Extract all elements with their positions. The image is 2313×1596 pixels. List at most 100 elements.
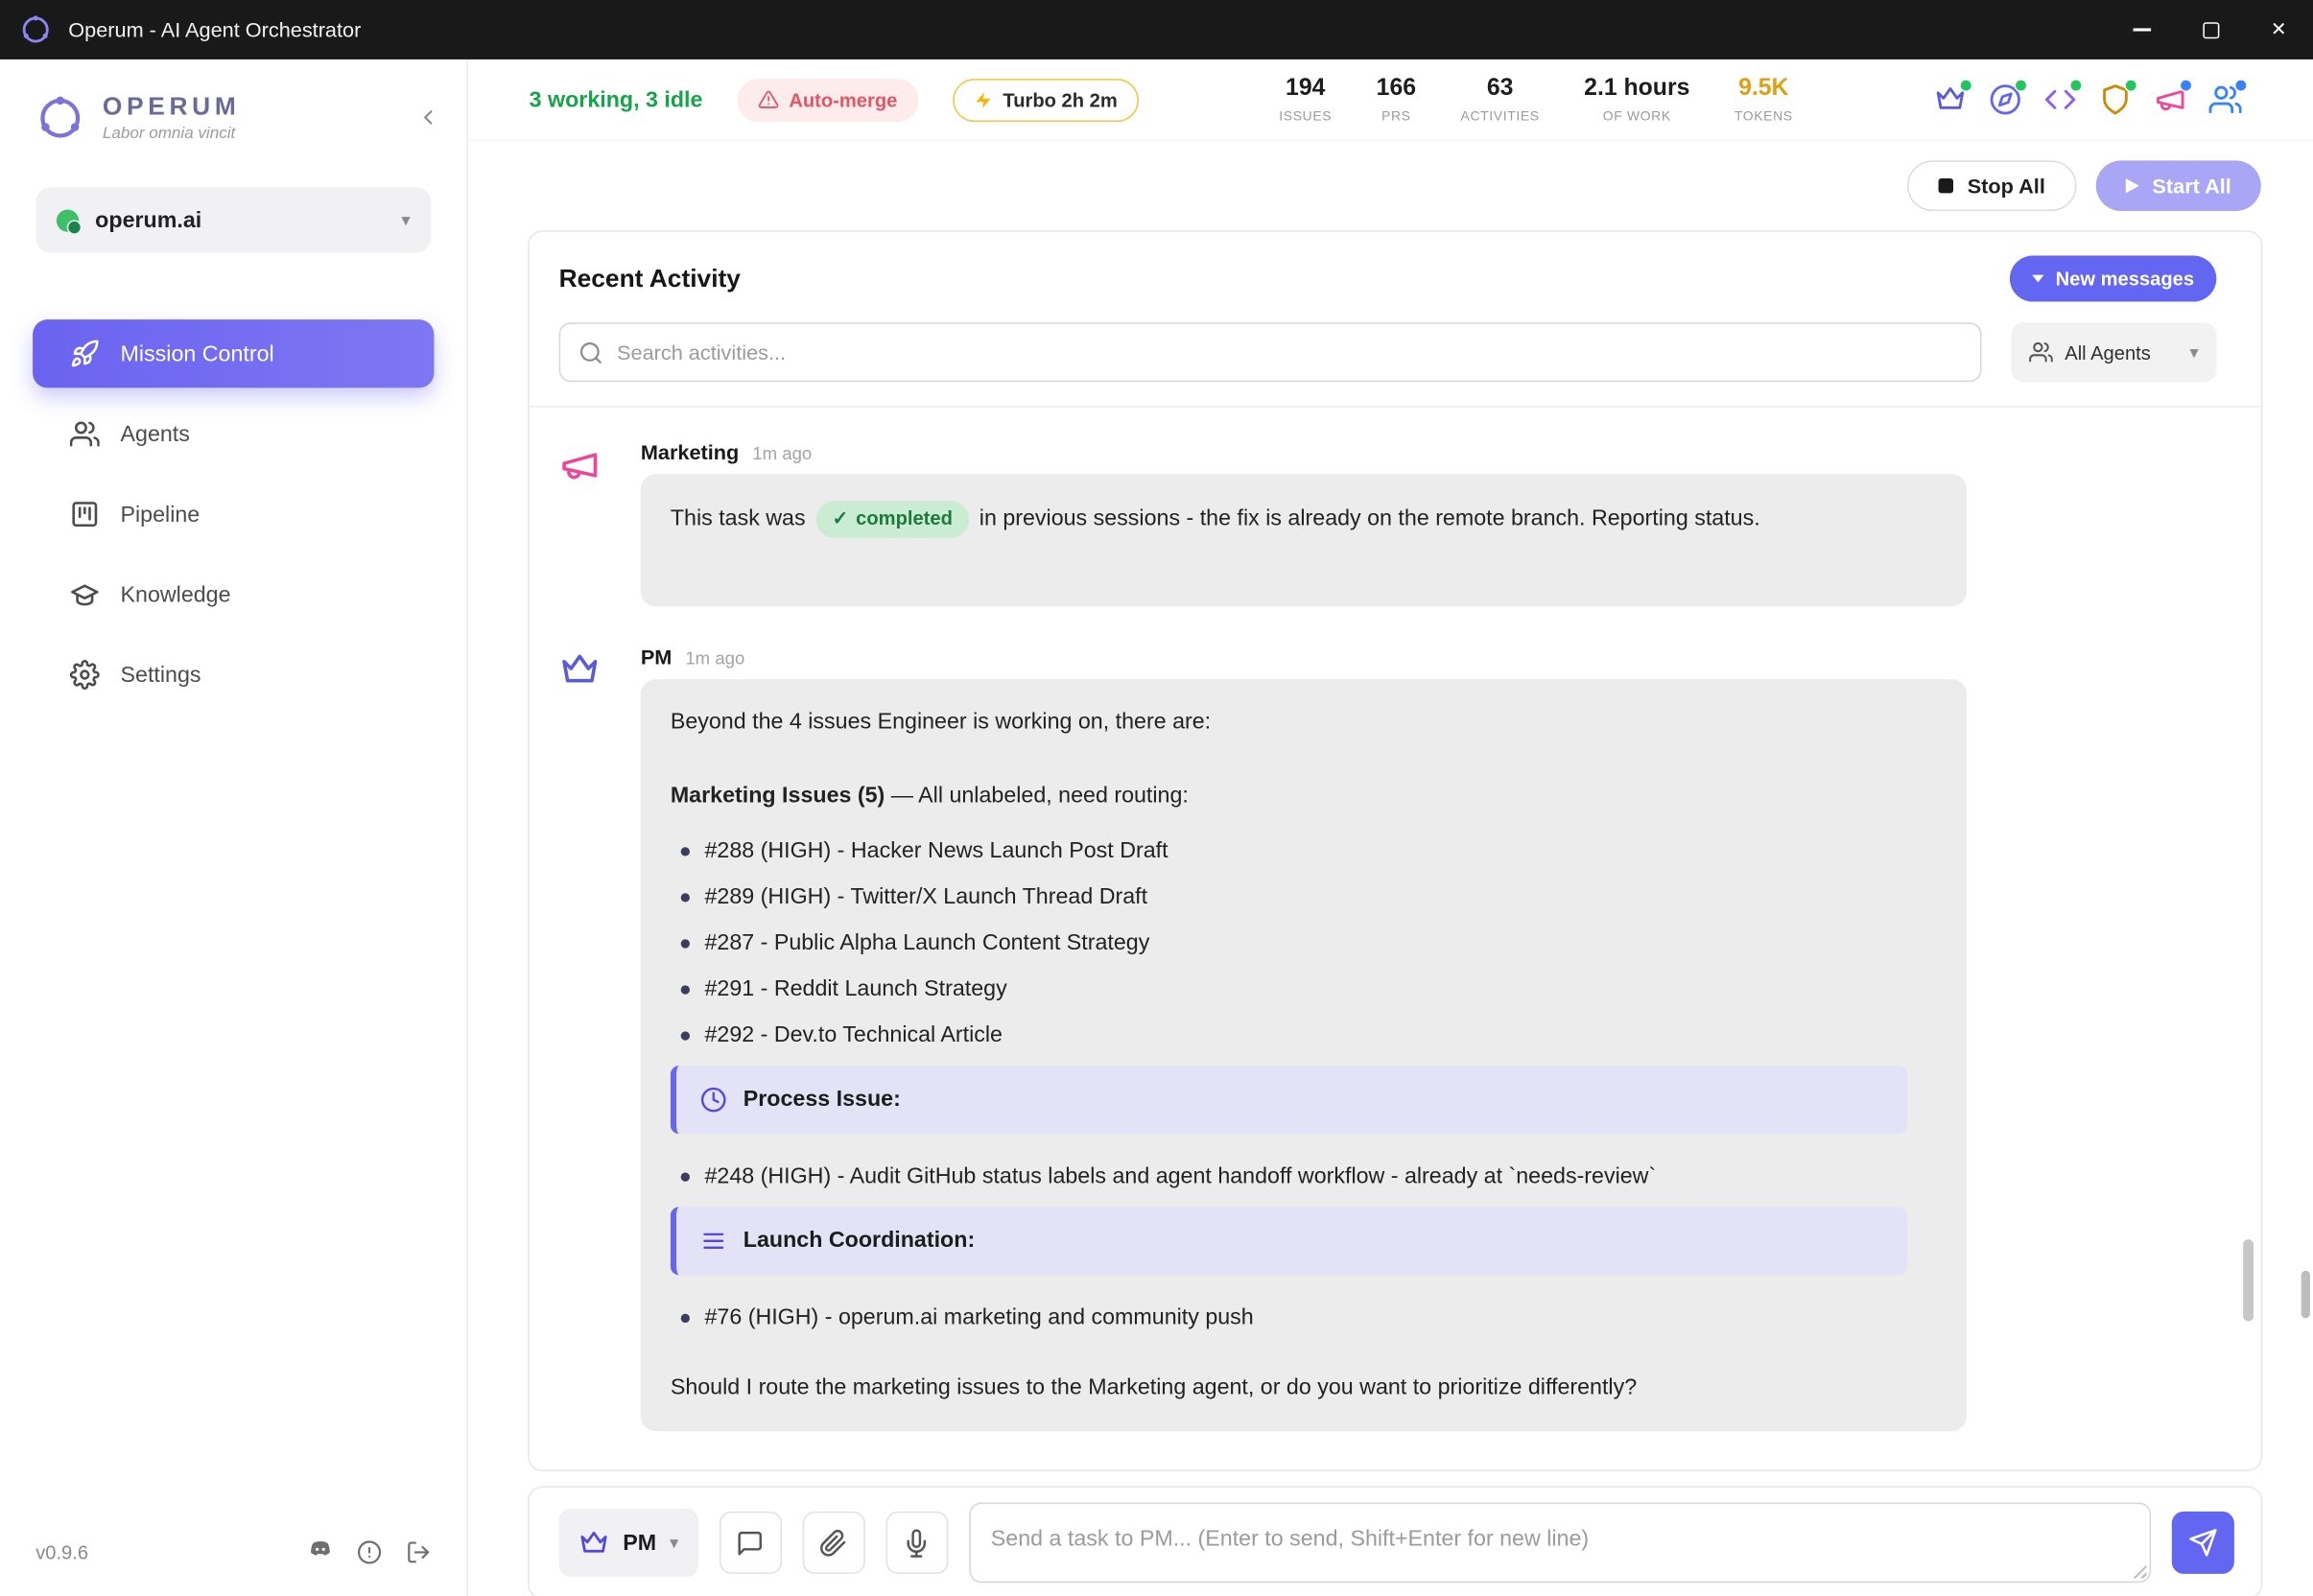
issue-list: #248 (HIGH) - Audit GitHub status labels… <box>671 1161 1937 1192</box>
maximize-button[interactable] <box>2176 0 2244 59</box>
issue-item: #289 (HIGH) - Twitter/X Launch Thread Dr… <box>671 881 1937 913</box>
sidebar-item-label: Pipeline <box>121 502 201 527</box>
agent-filter-dropdown[interactable]: All Agents ▾ <box>2011 322 2216 382</box>
composer-agent-name: PM <box>623 1530 656 1555</box>
send-icon <box>2188 1528 2218 1558</box>
stop-all-button[interactable]: Stop All <box>1908 160 2077 211</box>
logout-icon <box>406 1539 431 1564</box>
paperclip-icon <box>819 1529 847 1557</box>
status-dot-blue <box>2180 79 2193 92</box>
turbo-badge[interactable]: Turbo 2h 2m <box>953 78 1139 121</box>
agent-name: PM <box>641 645 673 669</box>
status-dot-green <box>1959 79 1972 92</box>
sidebar-footer: v0.9.6 <box>35 1537 431 1566</box>
agent-chip-qa[interactable] <box>2099 83 2132 116</box>
graduation-cap-icon <box>70 579 100 609</box>
activity-search <box>559 322 1982 382</box>
panel-title: Recent Activity <box>559 264 741 293</box>
agent-status-bar <box>1934 83 2242 116</box>
microphone-button[interactable] <box>885 1512 948 1574</box>
sidebar-item-pipeline[interactable]: Pipeline <box>33 480 434 548</box>
message-question: Should I route the marketing issues to t… <box>671 1372 1937 1404</box>
chevron-down-icon: ▾ <box>401 209 410 230</box>
agent-chip-marketing[interactable] <box>2154 83 2186 116</box>
recent-activity-panel: Recent Activity New messages All Agents <box>528 230 2262 1471</box>
stat-prs: 166 PRS <box>1377 76 1416 123</box>
alert-circle-icon <box>357 1539 382 1564</box>
send-button[interactable] <box>2172 1512 2234 1574</box>
stop-icon <box>1939 178 1953 193</box>
stat-hours-of-work: 2.1 hours OF WORK <box>1584 76 1689 123</box>
window-scrollbar-thumb[interactable] <box>2301 1271 2310 1319</box>
attach-file-button[interactable] <box>802 1512 864 1574</box>
app-logo-icon <box>19 13 52 46</box>
issue-item: #248 (HIGH) - Audit GitHub status labels… <box>671 1161 1937 1192</box>
issue-list: #288 (HIGH) - Hacker News Launch Post Dr… <box>671 835 1937 1051</box>
agent-chip-community[interactable] <box>2209 83 2242 116</box>
feed-scrollbar-thumb[interactable] <box>2243 1239 2254 1321</box>
users-icon <box>2029 340 2053 364</box>
status-dot-green <box>2069 79 2083 92</box>
stat-issues: 194 ISSUES <box>1279 76 1332 123</box>
alerts-button[interactable] <box>357 1539 382 1564</box>
app-version: v0.9.6 <box>35 1540 88 1562</box>
logout-button[interactable] <box>406 1539 431 1564</box>
window-controls: ✕ <box>2108 0 2313 59</box>
agent-chip-pm[interactable] <box>1934 83 1967 116</box>
search-icon <box>578 340 603 364</box>
close-button[interactable]: ✕ <box>2245 0 2313 59</box>
issue-item: #288 (HIGH) - Hacker News Launch Post Dr… <box>671 835 1937 867</box>
automerge-label: Auto-merge <box>789 88 897 110</box>
message-bubble: Beyond the 4 issues Engineer is working … <box>641 679 1967 1431</box>
rocket-icon <box>70 339 100 368</box>
issue-item: #287 - Public Alpha Launch Content Strat… <box>671 927 1937 959</box>
lightning-icon <box>973 90 992 109</box>
search-input[interactable] <box>617 340 1962 364</box>
activity-feed: Marketing 1m ago This task was✓completed… <box>530 406 2261 1469</box>
timestamp: 1m ago <box>685 647 744 669</box>
automerge-badge[interactable]: Auto-merge <box>737 78 918 121</box>
chevron-down-icon: ▾ <box>2189 341 2198 363</box>
issue-item: #292 - Dev.to Technical Article <box>671 1020 1937 1051</box>
stat-activities: 63 ACTIVITIES <box>1461 76 1540 123</box>
message-bubble: This task was✓completedin previous sessi… <box>641 474 1967 606</box>
start-all-button[interactable]: Start All <box>2096 160 2261 211</box>
issue-list: #76 (HIGH) - operum.ai marketing and com… <box>671 1302 1937 1333</box>
brand-block: OPERUM Labor omnia vincit <box>0 92 467 143</box>
sidebar-item-agents[interactable]: Agents <box>33 400 434 468</box>
title-bar: Operum - AI Agent Orchestrator ✕ <box>0 0 2313 59</box>
kanban-icon <box>70 500 100 529</box>
sidebar-item-label: Knowledge <box>121 582 231 607</box>
workspace-name: operum.ai <box>95 207 385 232</box>
workspace-selector[interactable]: operum.ai ▾ <box>35 187 431 252</box>
feed-entry-pm: PM 1m ago Beyond the 4 issues Engineer i… <box>559 645 2223 1430</box>
agent-name: Marketing <box>641 440 739 464</box>
crown-icon <box>559 645 607 1430</box>
window-title: Operum - AI Agent Orchestrator <box>68 18 361 42</box>
minimize-button[interactable] <box>2108 0 2176 59</box>
feed-entry-marketing: Marketing 1m ago This task was✓completed… <box>559 440 2223 606</box>
agent-chip-compass[interactable] <box>1989 83 2021 116</box>
discord-button[interactable] <box>308 1537 333 1566</box>
caret-down-icon <box>2032 275 2043 283</box>
sidebar-item-knowledge[interactable]: Knowledge <box>33 560 434 628</box>
users-icon <box>70 419 100 449</box>
minimize-icon <box>2134 29 2152 31</box>
sidebar-item-settings[interactable]: Settings <box>33 641 434 709</box>
agent-chip-engineer[interactable] <box>2044 83 2077 116</box>
new-messages-button[interactable]: New messages <box>2010 256 2217 302</box>
list-icon <box>700 1228 727 1255</box>
launch-coordination-callout: Launch Coordination: <box>671 1207 1907 1275</box>
crown-icon <box>578 1527 610 1559</box>
status-dot-green <box>2015 79 2028 92</box>
chat-mode-button[interactable] <box>719 1512 781 1574</box>
composer-agent-selector[interactable]: PM ▾ <box>559 1509 698 1577</box>
sidebar-collapse-button[interactable] <box>416 106 440 129</box>
warning-icon <box>758 89 779 110</box>
task-input[interactable] <box>969 1503 2152 1584</box>
gear-icon <box>70 660 100 690</box>
turbo-label: Turbo 2h 2m <box>1003 88 1117 110</box>
clock-icon <box>700 1087 727 1114</box>
status-dot-green <box>2124 79 2137 92</box>
sidebar-item-mission-control[interactable]: Mission Control <box>33 319 434 387</box>
